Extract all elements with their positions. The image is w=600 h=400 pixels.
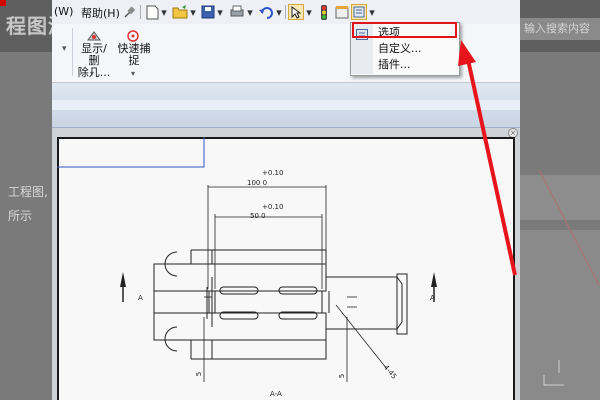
annotation-arrow-icon (458, 40, 517, 276)
